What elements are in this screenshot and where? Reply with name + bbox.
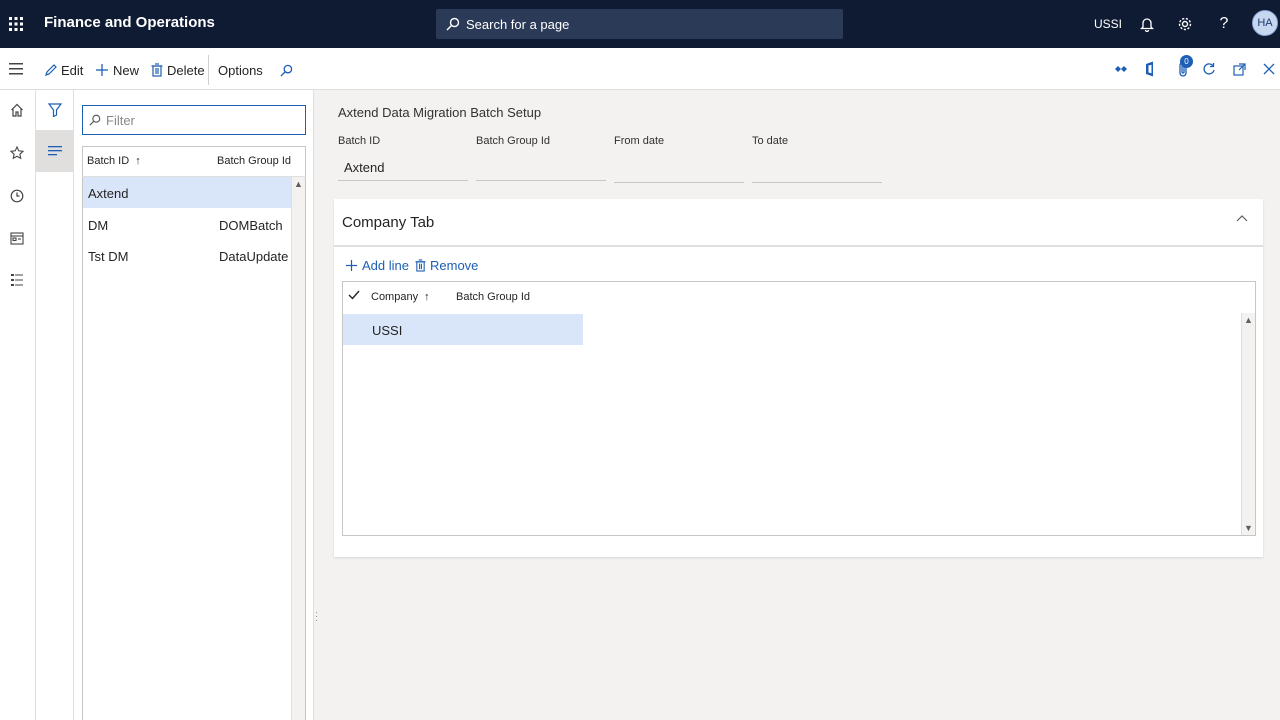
company-fasttab-header[interactable] xyxy=(334,199,1263,247)
attachment-count-badge: 0 xyxy=(1180,55,1193,68)
remove-button[interactable]: Remove xyxy=(415,256,478,274)
pane-splitter[interactable]: · · · xyxy=(314,90,320,720)
list-item[interactable]: DM DOMBatch xyxy=(83,209,291,240)
delete-button[interactable]: Delete xyxy=(151,60,205,80)
sort-ascending-icon: ↑ xyxy=(424,291,430,303)
new-button[interactable]: New xyxy=(95,60,139,80)
field-label-from-date: From date xyxy=(614,135,665,147)
delete-label: Delete xyxy=(167,62,205,78)
bell-icon[interactable] xyxy=(1135,12,1159,36)
column-header-batch-group-id[interactable]: Batch Group Id xyxy=(456,291,530,303)
avatar[interactable]: HA xyxy=(1252,10,1278,36)
list-item-batch-group-id: DOMBatch xyxy=(219,218,283,233)
help-icon[interactable]: ? xyxy=(1212,12,1236,36)
drag-handle-icon: · · · xyxy=(315,607,318,625)
edit-button[interactable]: Edit xyxy=(44,60,83,80)
plus-icon xyxy=(345,259,358,272)
sort-ascending-icon: ↑ xyxy=(135,155,141,167)
app-launcher-icon[interactable] xyxy=(0,0,32,48)
trash-icon xyxy=(151,63,163,77)
fasttab-title[interactable]: Company Tab xyxy=(342,214,434,231)
power-apps-icon[interactable] xyxy=(1110,58,1132,80)
field-label-batch-id: Batch ID xyxy=(338,135,381,147)
filter-placeholder: Filter xyxy=(106,112,135,128)
workspaces-icon[interactable] xyxy=(6,227,28,249)
clock-icon[interactable] xyxy=(6,185,28,207)
list-item[interactable]: Axtend xyxy=(83,177,291,208)
new-label: New xyxy=(113,62,140,78)
hamburger-menu-icon[interactable] xyxy=(0,48,32,90)
batch-id-field[interactable]: Axtend xyxy=(338,154,468,181)
list-scrollbar[interactable]: ▲ xyxy=(291,177,305,720)
field-label-to-date: To date xyxy=(752,135,789,147)
add-line-label: Add line xyxy=(362,257,409,273)
page-title: Axtend Data Migration Batch Setup xyxy=(338,105,542,120)
home-icon[interactable] xyxy=(6,99,28,121)
close-icon[interactable] xyxy=(1258,58,1280,80)
search-icon xyxy=(89,114,101,126)
modules-list-icon[interactable] xyxy=(6,269,28,291)
app-title[interactable]: Finance and Operations xyxy=(44,14,215,31)
search-icon xyxy=(446,17,460,31)
column-header-batch-group-id[interactable]: Batch Group Id xyxy=(217,155,291,167)
plus-icon xyxy=(95,63,109,77)
options-tab[interactable]: Options xyxy=(218,60,263,80)
search-placeholder: Search for a page xyxy=(466,16,570,32)
list-toolbar-column xyxy=(36,90,74,720)
action-divider xyxy=(208,55,209,85)
trash-icon xyxy=(415,258,426,272)
company-grid-scrollbar[interactable]: ▲ ▼ xyxy=(1241,313,1255,535)
options-label: Options xyxy=(218,62,263,78)
pencil-icon xyxy=(44,63,57,77)
list-item-batch-id: Tst DM xyxy=(88,249,129,264)
open-new-window-icon[interactable] xyxy=(1228,58,1250,80)
batch-group-id-field[interactable] xyxy=(476,154,606,181)
list-view-icon[interactable] xyxy=(36,130,74,172)
remove-label: Remove xyxy=(430,257,479,273)
list-item-batch-group-id: DataUpdate xyxy=(219,249,289,264)
chevron-up-icon[interactable]: ▲ xyxy=(294,179,303,189)
add-line-button[interactable]: Add line xyxy=(345,256,409,274)
select-all-checkmark-icon[interactable] xyxy=(348,290,360,300)
list-item[interactable]: Tst DM DataUpdate xyxy=(83,240,291,271)
field-label-batch-group-id: Batch Group Id xyxy=(476,135,550,147)
filter-input[interactable]: Filter xyxy=(82,105,306,135)
chevron-up-icon[interactable]: ▲ xyxy=(1244,315,1253,325)
list-item-batch-id: Axtend xyxy=(88,186,129,201)
office-icon[interactable] xyxy=(1140,58,1162,80)
company-cell[interactable]: USSI xyxy=(372,323,402,338)
column-header-batch-id[interactable]: Batch ID ↑ xyxy=(87,155,141,167)
gear-icon[interactable] xyxy=(1173,12,1197,36)
edit-label: Edit xyxy=(61,62,84,78)
search-icon xyxy=(280,64,293,77)
filter-icon[interactable] xyxy=(44,99,66,121)
to-date-field[interactable] xyxy=(752,156,882,183)
company-picker[interactable]: USSI xyxy=(1094,17,1122,31)
column-header-company[interactable]: Company ↑ xyxy=(371,291,430,303)
list-item-batch-id: DM xyxy=(88,218,109,233)
chevron-down-icon[interactable]: ▼ xyxy=(1244,523,1253,533)
refresh-icon[interactable] xyxy=(1198,58,1220,80)
from-date-field[interactable] xyxy=(614,156,744,183)
star-icon[interactable] xyxy=(6,142,28,164)
page-search-input[interactable]: Search for a page xyxy=(436,9,843,39)
chevron-up-icon[interactable] xyxy=(1236,214,1248,222)
action-search-button[interactable] xyxy=(280,60,293,80)
